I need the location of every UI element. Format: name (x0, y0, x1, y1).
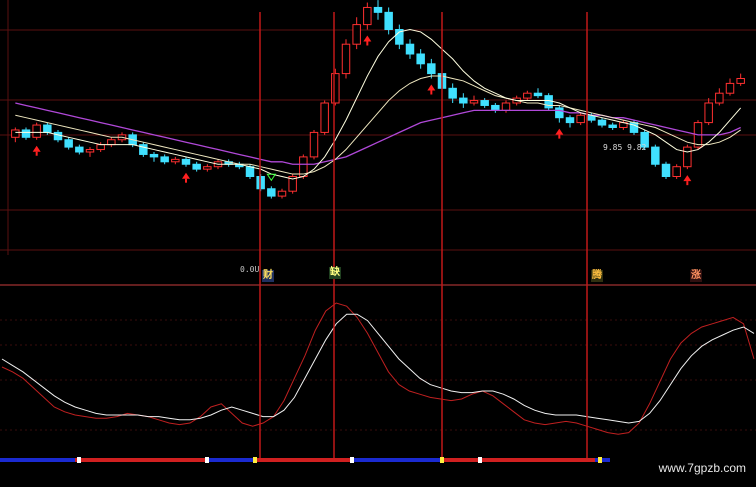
buy-arrow-icon (427, 84, 436, 91)
marker-cai: 财 (262, 270, 274, 282)
marker-que: 缺 (329, 267, 341, 279)
candle-body (427, 63, 436, 75)
watermark: www.7gpzb.com (658, 461, 746, 475)
candle-body (192, 163, 201, 170)
candle-body (309, 131, 319, 158)
price-label: 0.0U (240, 265, 260, 274)
candle-body (384, 11, 393, 30)
status-strip-segment (440, 458, 595, 462)
buy-arrow-icon (555, 128, 564, 135)
candle-body (555, 107, 564, 119)
candle-body (405, 43, 415, 55)
candle-body (459, 97, 468, 104)
candle-body (43, 124, 52, 133)
candle-body (448, 87, 457, 99)
candle-body (608, 124, 617, 129)
buy-arrow-icon (182, 172, 190, 179)
candle-body (736, 78, 745, 84)
marker-teng: 腾 (591, 270, 603, 282)
status-strip-marker (350, 457, 354, 463)
candle-body (160, 156, 169, 163)
candle-body (704, 102, 713, 124)
candle-body (85, 149, 95, 153)
status-strip-marker (205, 457, 209, 463)
value-readout: 9.85 9.82 (603, 143, 647, 152)
candle-body (725, 82, 735, 94)
candle-body (171, 158, 180, 163)
candle-body (245, 166, 255, 177)
candle-body (501, 102, 511, 111)
candle-body (363, 6, 372, 26)
status-strip-segment (75, 458, 205, 462)
candle-body (149, 153, 159, 158)
candle-body (672, 166, 681, 177)
candle-body (203, 166, 212, 170)
candle-body (373, 6, 383, 13)
ma-fast-line (15, 28, 742, 180)
candle-body (597, 119, 607, 126)
status-strip-segment (595, 458, 610, 462)
candle-body (715, 92, 724, 104)
candle-body (480, 100, 489, 106)
status-strip-marker (77, 457, 81, 463)
status-strip-segment (205, 458, 255, 462)
status-strip-segment (255, 458, 350, 462)
status-strip-segment (0, 458, 75, 462)
stock-chart (0, 0, 756, 463)
candle-body (64, 139, 73, 148)
candle-body (75, 146, 84, 153)
candle-body (21, 129, 31, 138)
candle-body (181, 158, 191, 165)
status-strip-marker (598, 457, 602, 463)
candle-body (565, 117, 575, 124)
candle-body (331, 73, 340, 104)
candle-body (96, 144, 105, 151)
candle-body (469, 100, 479, 104)
candle-body (341, 43, 351, 75)
chart-stage: 0.0U 9.85 9.82 财 缺 腾 涨 www.7gpzb.com (0, 0, 756, 487)
status-strip-marker (478, 457, 482, 463)
candle-body (683, 146, 692, 168)
candle-body (11, 129, 20, 138)
candle-body (533, 92, 543, 97)
sell-arrow-icon (266, 173, 277, 182)
marker-zhang: 涨 (690, 270, 702, 282)
candle-body (576, 114, 585, 124)
buy-arrow-icon (683, 175, 692, 182)
buy-arrow-icon (32, 145, 41, 152)
osc-line-1 (1, 313, 755, 424)
candle-body (544, 95, 553, 109)
candle-body (491, 104, 500, 111)
candle-body (661, 163, 671, 177)
candle-body (53, 131, 63, 141)
candle-body (352, 24, 361, 45)
candle-body (32, 124, 41, 138)
candle-body (107, 139, 116, 146)
status-strip-marker (253, 457, 257, 463)
candle-body (523, 92, 532, 99)
candle-body (267, 188, 276, 197)
candle-body (651, 146, 660, 165)
status-strip-marker (440, 457, 444, 463)
candle-body (320, 102, 329, 133)
buy-arrow-icon (363, 35, 372, 42)
status-strip-segment (350, 458, 440, 462)
candle-body (416, 53, 425, 65)
candle-body (277, 190, 287, 197)
